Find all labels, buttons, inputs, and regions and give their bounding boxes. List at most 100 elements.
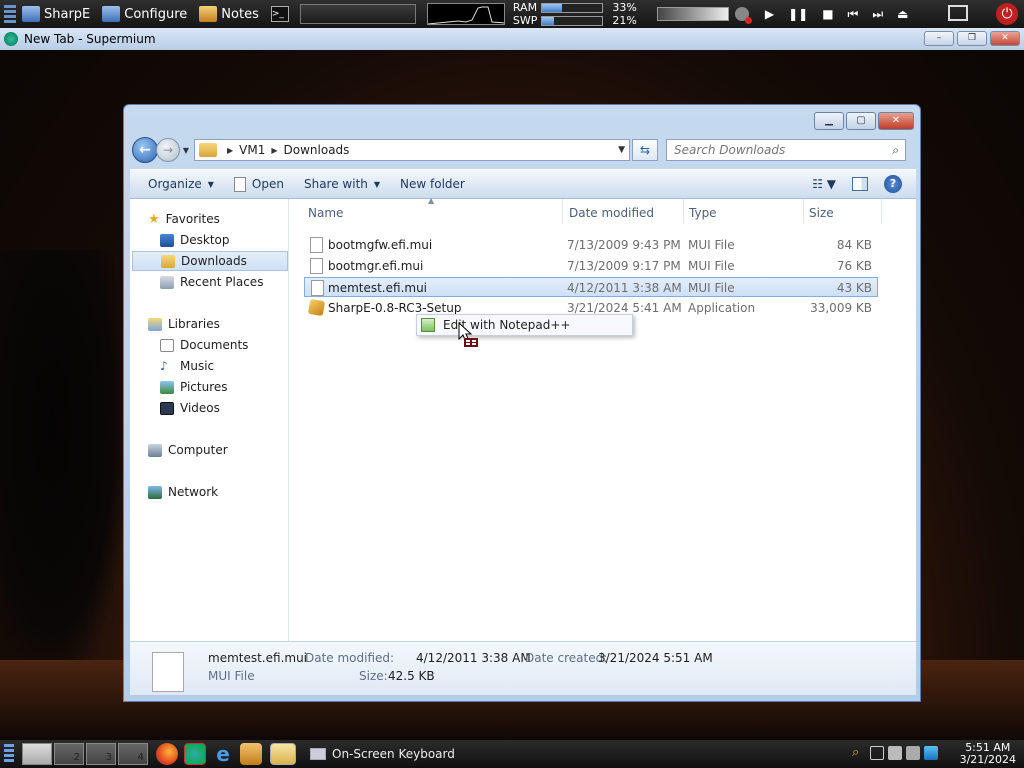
desktop-1-button[interactable] <box>22 743 52 765</box>
nav-libraries[interactable]: Libraries <box>148 314 304 334</box>
keyboard-icon <box>310 748 326 760</box>
forward-button[interactable]: → <box>156 138 180 162</box>
task-on-screen-keyboard[interactable]: On-Screen Keyboard <box>310 747 455 761</box>
explorer-maximize-button[interactable]: ▢ <box>846 112 876 130</box>
music-icon: ♪ <box>160 359 168 373</box>
details-size-label: Size: <box>359 669 388 683</box>
address-bar[interactable]: ▶ VM1 ▶ Downloads ▼ <box>194 139 630 161</box>
explorer-folder-icon[interactable] <box>270 743 296 765</box>
column-name[interactable]: Name <box>308 206 343 220</box>
volume-muted-tray-icon[interactable] <box>888 746 902 760</box>
network-icon <box>148 485 162 499</box>
preview-pane-icon[interactable] <box>852 177 868 191</box>
nav-network-label: Network <box>168 485 219 499</box>
supermium-icon[interactable] <box>184 743 206 765</box>
display-tray-icon[interactable] <box>870 746 884 760</box>
supermium-logo-icon <box>4 32 18 46</box>
desktop-3-button[interactable]: 3 <box>86 743 116 765</box>
sharpe-button[interactable]: SharpE <box>16 0 96 28</box>
firefox-icon[interactable] <box>156 743 178 765</box>
breadcrumb-arrow-icon[interactable]: ▶ <box>227 146 233 155</box>
configure-label: Configure <box>124 6 188 22</box>
power-icon[interactable]: ⏻ <box>996 3 1018 25</box>
clock[interactable]: 5:51 AM 3/21/2024 <box>960 742 1016 766</box>
update-tray-icon[interactable] <box>924 746 938 760</box>
play-icon[interactable]: ▶ <box>765 7 774 21</box>
breadcrumb-vm1[interactable]: VM1 <box>239 143 265 157</box>
desktop-icon <box>160 233 174 247</box>
address-dropdown-icon[interactable]: ▼ <box>618 145 625 155</box>
search-box[interactable]: ⌕ <box>666 139 906 161</box>
file-row-selected[interactable]: memtest.efi.mui 4/12/2011 3:38 AM MUI Fi… <box>304 277 878 297</box>
file-row[interactable]: bootmgfw.efi.mui 7/13/2009 9:43 PM MUI F… <box>304 235 878 255</box>
pause-icon[interactable]: ❚❚ <box>788 7 808 21</box>
nav-downloads[interactable]: Downloads <box>132 251 288 271</box>
history-dropdown-icon[interactable]: ▼ <box>180 146 192 155</box>
videos-icon <box>160 401 174 415</box>
notes-icon <box>199 6 218 22</box>
nav-favorites[interactable]: ★ Favorites <box>148 209 304 229</box>
view-options-icon[interactable]: ☷ ▼ <box>812 177 836 191</box>
column-date-modified[interactable]: Date modified <box>569 206 654 220</box>
search-tray-icon[interactable]: ⌕ <box>852 746 866 760</box>
breadcrumb-downloads[interactable]: Downloads <box>284 143 350 157</box>
window-switch-icon[interactable] <box>948 5 968 21</box>
content-area: ★ Favorites Desktop Downloads Recent Pla… <box>130 196 916 641</box>
taskbar: 2 3 4 e On-Screen Keyboard ⌕ 5:51 AM 3/2… <box>0 740 1024 768</box>
stop-icon[interactable]: ■ <box>822 7 833 21</box>
new-folder-button[interactable]: New folder <box>390 177 475 191</box>
start-grip-icon[interactable] <box>4 744 14 764</box>
nav-network[interactable]: Network <box>148 482 304 502</box>
search-icon[interactable]: ⌕ <box>892 143 899 158</box>
new-folder-label: New folder <box>400 177 465 191</box>
explorer-close-button[interactable]: ✕ <box>878 112 914 130</box>
notes-button[interactable]: Notes <box>193 0 265 28</box>
browser-titlebar: New Tab - Supermium – ❐ ✕ <box>0 28 1024 50</box>
desktop-2-button[interactable]: 2 <box>54 743 84 765</box>
task-label: On-Screen Keyboard <box>332 747 455 761</box>
file-row[interactable]: bootmgr.efi.mui 7/13/2009 9:17 PM MUI Fi… <box>304 256 878 276</box>
breadcrumb-arrow-icon[interactable]: ▶ <box>271 146 277 155</box>
refresh-button[interactable]: ⇆ <box>632 139 658 161</box>
internet-explorer-icon[interactable]: e <box>212 743 234 765</box>
eject-icon[interactable]: ⏏ <box>897 7 908 21</box>
share-with-button[interactable]: Share with ▼ <box>294 177 390 191</box>
previous-icon[interactable]: ⏮ <box>848 7 859 22</box>
open-button[interactable]: Open <box>224 176 294 192</box>
column-type[interactable]: Type <box>689 206 717 220</box>
nav-favorites-label: Favorites <box>165 212 220 226</box>
browser-minimize-button[interactable]: – <box>924 31 954 46</box>
menu-grip-icon[interactable] <box>4 5 16 23</box>
file-icon <box>310 258 323 274</box>
nav-computer-label: Computer <box>168 443 228 457</box>
mute-icon[interactable] <box>734 7 752 24</box>
run-field[interactable] <box>299 4 416 24</box>
details-size-value: 42.5 KB <box>388 669 435 683</box>
terminal-button[interactable]: >_ <box>265 0 295 28</box>
desktop-4-button[interactable]: 4 <box>118 743 148 765</box>
file-name: bootmgr.efi.mui <box>328 259 424 273</box>
volume-slider[interactable] <box>656 7 729 21</box>
nav-computer[interactable]: Computer <box>148 440 304 460</box>
details-created-label: Date created: <box>525 651 608 665</box>
help-icon[interactable]: ? <box>884 175 902 193</box>
column-size[interactable]: Size <box>809 206 834 220</box>
network-tray-icon[interactable] <box>906 746 920 760</box>
search-input[interactable] <box>674 143 879 157</box>
clock-date: 3/21/2024 <box>959 753 1016 766</box>
explorer-minimize-button[interactable]: ▁ <box>814 112 844 130</box>
share-with-label: Share with <box>303 177 368 191</box>
file-size: 76 KB <box>836 259 872 273</box>
context-menu: Edit with Notepad++ <box>416 314 633 336</box>
recent-places-icon <box>160 275 174 289</box>
browser-close-button[interactable]: ✕ <box>990 31 1020 46</box>
notepad-plus-plus-icon <box>421 318 435 332</box>
explorer-window: ▁ ▢ ✕ ← → ▼ ▶ VM1 ▶ Downloads ▼ ⇆ ⌕ Orga… <box>123 104 921 702</box>
organize-button[interactable]: Organize ▼ <box>138 177 224 191</box>
media-player-icon[interactable] <box>240 743 262 765</box>
next-icon[interactable]: ⏭ <box>872 7 883 22</box>
configure-button[interactable]: Configure <box>96 0 193 28</box>
browser-maximize-button[interactable]: ❐ <box>957 31 987 46</box>
nav-downloads-label: Downloads <box>181 254 247 268</box>
back-button[interactable]: ← <box>132 137 158 163</box>
